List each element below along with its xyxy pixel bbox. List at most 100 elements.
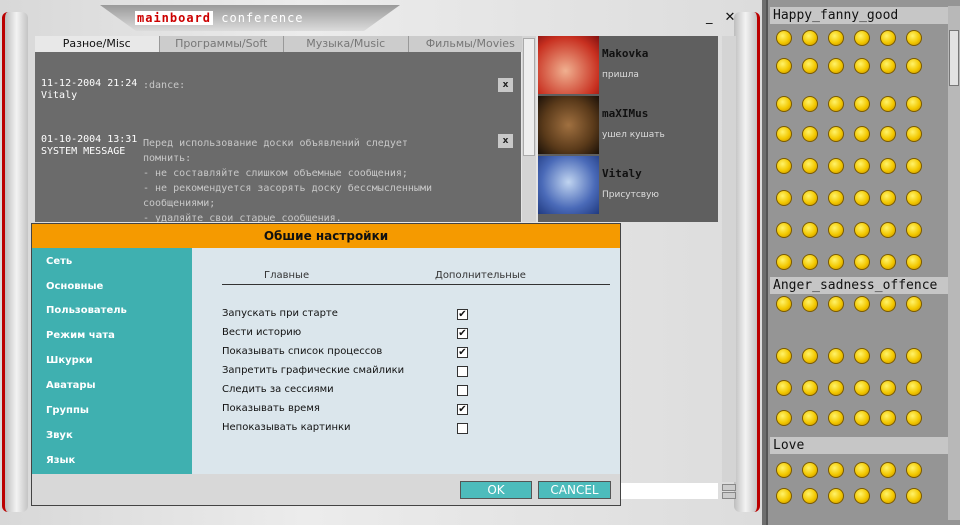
- spin-up-button[interactable]: [722, 484, 736, 491]
- smiley-icon[interactable]: [776, 488, 792, 504]
- smiley-icon[interactable]: [906, 348, 922, 364]
- smiley-icon[interactable]: [802, 190, 818, 206]
- smiley-icon[interactable]: [880, 96, 896, 112]
- smiley-icon[interactable]: [854, 488, 870, 504]
- smiley-icon[interactable]: [906, 254, 922, 270]
- smiley-icon[interactable]: [854, 222, 870, 238]
- smiley-icon[interactable]: [802, 222, 818, 238]
- smiley-icon[interactable]: [828, 222, 844, 238]
- nav-chat-mode[interactable]: Режим чата: [46, 330, 115, 341]
- smiley-icon[interactable]: [828, 190, 844, 206]
- smiley-icon[interactable]: [880, 462, 896, 478]
- smiley-icon[interactable]: [776, 96, 792, 112]
- smiley-icon[interactable]: [802, 488, 818, 504]
- smiley-icon[interactable]: [776, 296, 792, 312]
- smiley-icon[interactable]: [880, 488, 896, 504]
- smiley-icon[interactable]: [906, 126, 922, 142]
- nav-user[interactable]: Пользователь: [46, 305, 127, 316]
- option-checkbox[interactable]: ✔: [457, 309, 468, 320]
- smiley-icon[interactable]: [854, 254, 870, 270]
- smiley-icon[interactable]: [776, 222, 792, 238]
- ok-button[interactable]: OK: [460, 481, 532, 499]
- smiley-icon[interactable]: [880, 380, 896, 396]
- smiley-icon[interactable]: [802, 254, 818, 270]
- smiley-icon[interactable]: [776, 380, 792, 396]
- smiley-icon[interactable]: [802, 462, 818, 478]
- cancel-button[interactable]: CANCEL: [538, 481, 611, 499]
- option-checkbox[interactable]: [457, 423, 468, 434]
- minimize-button[interactable]: _: [706, 10, 713, 25]
- smiley-icon[interactable]: [802, 380, 818, 396]
- smiley-icon[interactable]: [880, 30, 896, 46]
- smiley-icon[interactable]: [776, 190, 792, 206]
- smiley-icon[interactable]: [880, 222, 896, 238]
- smiley-icon[interactable]: [906, 190, 922, 206]
- tab-soft[interactable]: Программы/Soft: [160, 36, 284, 52]
- smiley-icon[interactable]: [880, 254, 896, 270]
- smiley-icon[interactable]: [776, 58, 792, 74]
- spin-down-button[interactable]: [722, 492, 736, 499]
- smiley-icon[interactable]: [776, 30, 792, 46]
- nav-network[interactable]: Сеть: [46, 256, 72, 267]
- smiley-icon[interactable]: [906, 380, 922, 396]
- close-button[interactable]: ✕: [725, 10, 736, 25]
- smiley-category-anger[interactable]: Anger_sadness_offence: [770, 277, 948, 294]
- smiley-category-happy[interactable]: Happy_fanny_good: [770, 7, 948, 24]
- option-checkbox[interactable]: ✔: [457, 328, 468, 339]
- smiley-icon[interactable]: [906, 462, 922, 478]
- smiley-icon[interactable]: [854, 190, 870, 206]
- smiley-icon[interactable]: [828, 126, 844, 142]
- delete-message-button[interactable]: x: [498, 134, 513, 148]
- smiley-icon[interactable]: [854, 296, 870, 312]
- smiley-icon[interactable]: [854, 380, 870, 396]
- smiley-icon[interactable]: [906, 58, 922, 74]
- option-checkbox[interactable]: [457, 385, 468, 396]
- smiley-icon[interactable]: [854, 96, 870, 112]
- chat-input[interactable]: [620, 483, 718, 499]
- smiley-icon[interactable]: [802, 296, 818, 312]
- nav-skins[interactable]: Шкурки: [46, 355, 93, 366]
- smiley-icon[interactable]: [854, 348, 870, 364]
- smiley-icon[interactable]: [802, 410, 818, 426]
- input-spinner[interactable]: [722, 484, 736, 500]
- smiley-icon[interactable]: [906, 296, 922, 312]
- smiley-icon[interactable]: [854, 126, 870, 142]
- nav-groups[interactable]: Группы: [46, 405, 89, 416]
- smiley-icon[interactable]: [906, 222, 922, 238]
- smiley-icon[interactable]: [828, 158, 844, 174]
- smiley-icon[interactable]: [854, 158, 870, 174]
- smiley-icon[interactable]: [828, 96, 844, 112]
- message-scrollbar[interactable]: [522, 36, 536, 222]
- delete-message-button[interactable]: x: [498, 78, 513, 92]
- nav-general[interactable]: Основные: [46, 281, 103, 292]
- smiley-icon[interactable]: [854, 462, 870, 478]
- smiley-icon[interactable]: [880, 126, 896, 142]
- smiley-icon[interactable]: [828, 296, 844, 312]
- smiley-icon[interactable]: [880, 296, 896, 312]
- tab-main[interactable]: Главные: [264, 270, 309, 281]
- tab-misc[interactable]: Разное/Misc: [35, 36, 160, 52]
- smiley-icon[interactable]: [906, 410, 922, 426]
- smiley-icon[interactable]: [828, 58, 844, 74]
- smiley-icon[interactable]: [880, 348, 896, 364]
- user-item[interactable]: Makovka пришла: [538, 36, 718, 94]
- smiley-icon[interactable]: [880, 410, 896, 426]
- smiley-icon[interactable]: [828, 488, 844, 504]
- smiley-icon[interactable]: [828, 380, 844, 396]
- smiley-icon[interactable]: [854, 58, 870, 74]
- smiley-icon[interactable]: [802, 126, 818, 142]
- option-checkbox[interactable]: [457, 366, 468, 377]
- smiley-icon[interactable]: [828, 30, 844, 46]
- smiley-icon[interactable]: [776, 348, 792, 364]
- smiley-scrollbar[interactable]: [948, 6, 960, 520]
- smiley-icon[interactable]: [802, 30, 818, 46]
- smiley-icon[interactable]: [906, 30, 922, 46]
- smiley-icon[interactable]: [828, 348, 844, 364]
- smiley-icon[interactable]: [802, 96, 818, 112]
- tab-extra[interactable]: Дополнительные: [435, 270, 526, 281]
- smiley-icon[interactable]: [776, 126, 792, 142]
- scroll-thumb[interactable]: [523, 38, 535, 156]
- scroll-thumb[interactable]: [949, 30, 959, 86]
- smiley-icon[interactable]: [854, 410, 870, 426]
- smiley-icon[interactable]: [880, 190, 896, 206]
